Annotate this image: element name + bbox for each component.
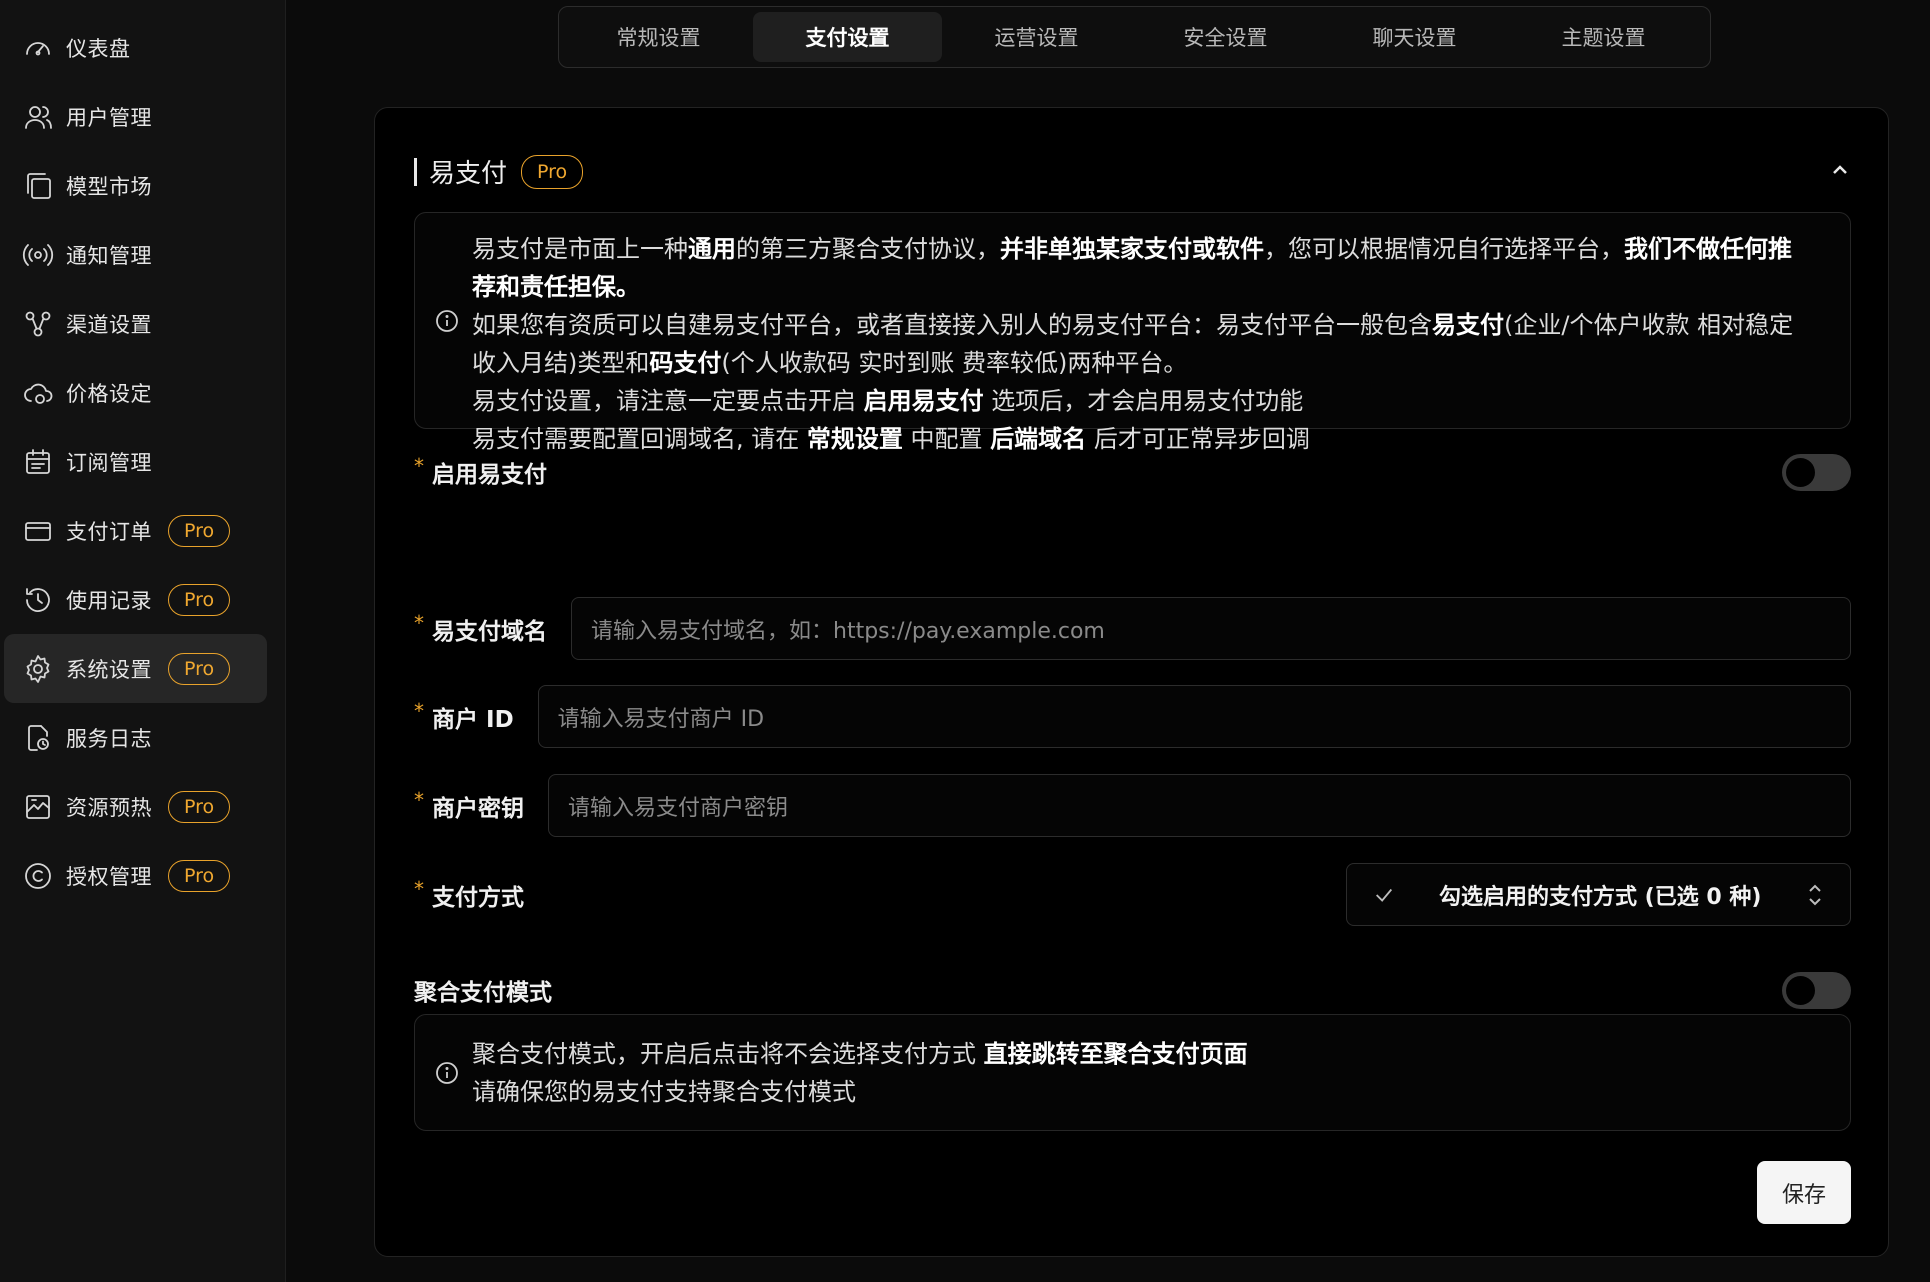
pro-badge: Pro xyxy=(168,859,231,892)
sidebar-item[interactable]: 服务日志 xyxy=(4,703,267,772)
nodes-icon xyxy=(22,308,54,340)
calendar-icon xyxy=(22,446,54,478)
aggregate-info-line-2: 请确保您的易支付支持聚合支付模式 xyxy=(472,1078,856,1106)
sidebar-item-label: 仪表盘 xyxy=(66,36,131,61)
info-icon xyxy=(435,309,459,333)
check-icon xyxy=(1373,884,1395,906)
sidebar: 仪表盘用户管理模型市场通知管理渠道设置价格设定订阅管理支付订单 Pro 使用记录 Pr… xyxy=(0,0,286,1282)
sidebar-item[interactable]: 系统设置 Pro xyxy=(4,634,267,703)
sidebar-item-label: 通知管理 xyxy=(66,243,152,268)
aggregate-mode-row: 聚合支付模式 xyxy=(414,970,1851,1010)
merchant-id-label: 商户 ID xyxy=(432,706,514,733)
sidebar-item-label: 订阅管理 xyxy=(66,450,152,475)
settings-tab[interactable]: 主题设置 xyxy=(1509,12,1698,62)
history-icon xyxy=(22,584,54,616)
sidebar-item[interactable]: 渠道设置 xyxy=(4,289,267,358)
sidebar-item-label: 支付订单 xyxy=(66,519,152,544)
enable-epay-label: 启用易支付 xyxy=(432,462,547,488)
settings-tabs: 常规设置 支付设置 运营设置 安全设置 聊天设置 主题设置 xyxy=(558,6,1711,68)
sidebar-item[interactable]: 授权管理 Pro xyxy=(4,841,267,910)
sidebar-item-label: 资源预热 xyxy=(66,795,152,820)
settings-tab[interactable]: 聊天设置 xyxy=(1320,12,1509,62)
pro-badge: Pro xyxy=(521,154,584,189)
settings-tab[interactable]: 支付设置 xyxy=(753,12,942,62)
toggle-knob xyxy=(1786,975,1815,1005)
users-icon xyxy=(22,101,54,133)
merchant-key-input[interactable]: 请输入易支付商户密钥 xyxy=(548,774,1851,837)
merchant-key-row: * 商户密钥 请输入易支付商户密钥 xyxy=(414,774,1851,837)
merchant-id-input[interactable]: 请输入易支付商户 ID xyxy=(537,685,1851,748)
sidebar-item-label: 授权管理 xyxy=(66,864,152,889)
aggregate-info-alert: 聚合支付模式，开启后点击将不会选择支付方式 直接跳转至聚合支付页面 请确保您的易… xyxy=(414,1014,1851,1131)
enable-epay-toggle[interactable] xyxy=(1782,453,1851,491)
pay-method-select[interactable]: 勾选启用的支付方式 (已选 0 种) xyxy=(1346,863,1851,926)
gauge-icon xyxy=(22,32,54,64)
pro-badge: Pro xyxy=(168,583,231,616)
sidebar-item[interactable]: 订阅管理 xyxy=(4,427,267,496)
sidebar-item-label: 系统设置 xyxy=(66,657,152,682)
sidebar-item-label: 价格设定 xyxy=(66,381,152,406)
epay-info-alert: 易支付是市面上一种通用的第三方聚合支付协议，并非单独某家支付或软件，您可以根据情… xyxy=(414,212,1851,453)
broadcast-icon xyxy=(22,239,54,271)
sidebar-item[interactable]: 价格设定 xyxy=(4,358,267,427)
merchant-id-row: * 商户 ID 请输入易支付商户 ID xyxy=(414,685,1851,748)
main-content: 常规设置 支付设置 运营设置 安全设置 聊天设置 主题设置 易支付 Pro 易支付是市面上… xyxy=(286,0,1930,1282)
sidebar-item[interactable]: 用户管理 xyxy=(4,82,267,151)
epay-domain-row: * 易支付域名 请输入易支付域名，如：https://pay.example.c… xyxy=(414,597,1851,660)
sidebar-item-label: 模型市场 xyxy=(66,174,152,199)
sidebar-item-label: 使用记录 xyxy=(66,588,152,613)
gear-icon xyxy=(22,653,54,685)
title-accent-bar xyxy=(414,157,417,186)
warmup-icon xyxy=(22,791,54,823)
copy-icon xyxy=(22,170,54,202)
chevron-up-icon[interactable] xyxy=(1828,158,1852,182)
required-mark: * xyxy=(414,699,424,723)
pay-method-value: 勾选启用的支付方式 (已选 0 种) xyxy=(1439,884,1762,910)
file-clock-icon xyxy=(22,722,54,754)
aggregate-mode-label: 聚合支付模式 xyxy=(414,980,552,1006)
info-icon xyxy=(435,1061,459,1085)
sidebar-item[interactable]: 资源预热 Pro xyxy=(4,772,267,841)
save-button[interactable]: 保存 xyxy=(1757,1161,1851,1224)
chevron-updown-icon xyxy=(1806,882,1824,908)
enable-epay-row: * 启用易支付 xyxy=(414,452,1851,492)
settings-tab[interactable]: 安全设置 xyxy=(1131,12,1320,62)
card-icon xyxy=(22,515,54,547)
settings-tab[interactable]: 运营设置 xyxy=(942,12,1131,62)
epay-card: 易支付 Pro 易支付是市面上一种通用的第三方聚合支付协议，并非单独某家支付或软… xyxy=(374,107,1889,1257)
epay-domain-input[interactable]: 请输入易支付域名，如：https://pay.example.com xyxy=(571,597,1851,660)
info-line-2: 如果您有资质可以自建易支付平台，或者直接接入别人的易支付平台：易支付平台一般包含… xyxy=(472,311,1794,377)
card-title: 易支付 xyxy=(429,159,508,189)
required-mark: * xyxy=(414,877,424,901)
settings-tab[interactable]: 常规设置 xyxy=(564,12,753,62)
copyright-icon xyxy=(22,860,54,892)
epay-info-text: 易支付是市面上一种通用的第三方聚合支付协议，并非单独某家支付或软件，您可以根据情… xyxy=(472,230,1814,458)
aggregate-info-line-1: 聚合支付模式，开启后点击将不会选择支付方式 直接跳转至聚合支付页面 xyxy=(472,1040,1248,1068)
pro-badge: Pro xyxy=(168,514,231,547)
required-mark: * xyxy=(414,788,424,812)
info-line-3: 易支付设置，请注意一定要点击开启 启用易支付 选项后，才会启用易支付功能 xyxy=(472,387,1304,415)
card-header: 易支付 Pro xyxy=(414,153,584,190)
required-mark: * xyxy=(414,454,424,478)
sidebar-item[interactable]: 仪表盘 xyxy=(4,13,267,82)
sidebar-item[interactable]: 通知管理 xyxy=(4,220,267,289)
pro-badge: Pro xyxy=(168,790,231,823)
sidebar-item-label: 服务日志 xyxy=(66,726,152,751)
required-mark: * xyxy=(414,611,424,635)
sidebar-item[interactable]: 支付订单 Pro xyxy=(4,496,267,565)
sidebar-item-label: 渠道设置 xyxy=(66,312,152,337)
pro-badge: Pro xyxy=(168,652,231,685)
toggle-knob xyxy=(1786,457,1815,487)
info-line-1: 易支付是市面上一种通用的第三方聚合支付协议，并非单独某家支付或软件，您可以根据情… xyxy=(472,235,1792,301)
sidebar-item[interactable]: 模型市场 xyxy=(4,151,267,220)
sidebar-item-label: 用户管理 xyxy=(66,105,152,130)
sidebar-item[interactable]: 使用记录 Pro xyxy=(4,565,267,634)
pay-method-label: 支付方式 xyxy=(432,884,524,911)
aggregate-info-text: 聚合支付模式，开启后点击将不会选择支付方式 直接跳转至聚合支付页面 请确保您的易… xyxy=(472,1035,1814,1111)
cloud-coin-icon xyxy=(22,377,54,409)
epay-domain-label: 易支付域名 xyxy=(432,618,547,645)
pay-method-row: * 支付方式 勾选启用的支付方式 (已选 0 种) xyxy=(414,863,1851,926)
aggregate-mode-toggle[interactable] xyxy=(1782,971,1851,1009)
merchant-key-label: 商户密钥 xyxy=(432,795,524,822)
